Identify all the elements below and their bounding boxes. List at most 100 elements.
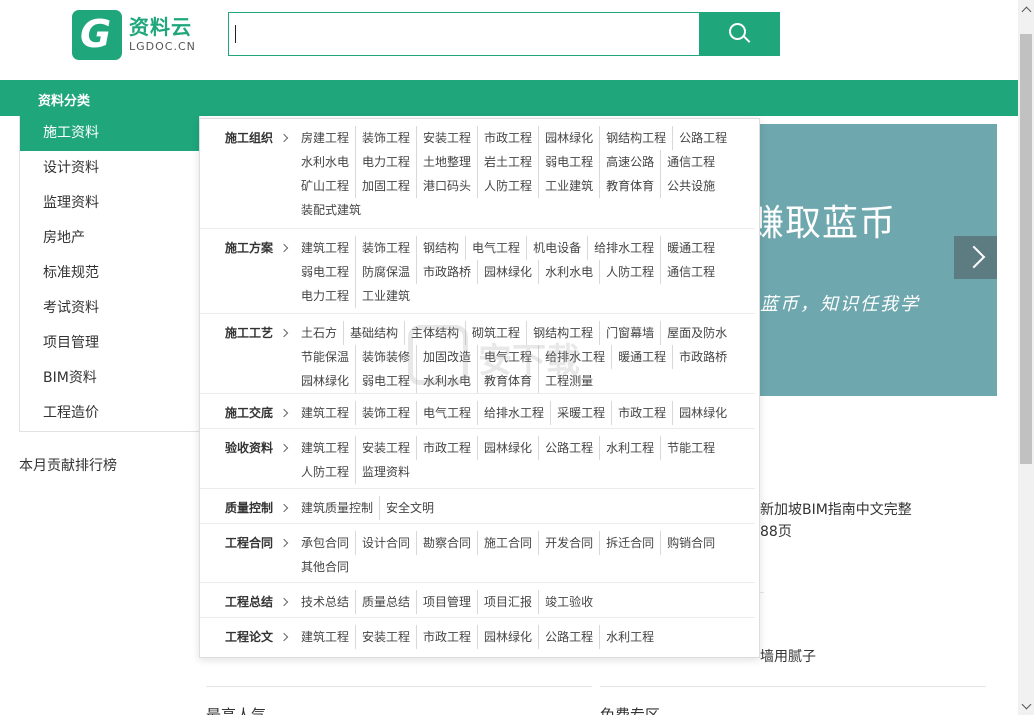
scroll-down-arrow-icon[interactable] [1018, 698, 1034, 715]
menu-link[interactable]: 市政工程 [611, 401, 672, 425]
banner-next-arrow-icon[interactable] [954, 236, 997, 279]
menu-link[interactable]: 园林绿化 [538, 126, 599, 150]
menu-link[interactable]: 园林绿化 [477, 625, 538, 649]
menu-link[interactable]: 房建工程 [295, 126, 355, 150]
menu-link[interactable]: 装饰装修 [355, 345, 416, 369]
search-button[interactable] [699, 12, 780, 56]
menu-link[interactable]: 承包合同 [295, 531, 355, 555]
menu-link[interactable]: 弱电工程 [538, 150, 599, 174]
menu-link[interactable]: 基础结构 [343, 321, 404, 345]
menu-link[interactable]: 通信工程 [660, 150, 721, 174]
menu-link[interactable]: 项目管理 [416, 590, 477, 614]
menu-link[interactable]: 技术总结 [295, 590, 355, 614]
menu-link[interactable]: 屋面及防水 [660, 321, 733, 345]
menu-section-title[interactable]: 工程合同 [225, 534, 289, 551]
menu-link[interactable]: 钢结构 [416, 236, 465, 260]
menu-link[interactable]: 电力工程 [355, 150, 416, 174]
menu-link[interactable]: 给排水工程 [587, 236, 660, 260]
menu-link[interactable]: 节能保温 [295, 345, 355, 369]
menu-link[interactable]: 开发合同 [538, 531, 599, 555]
menu-link[interactable]: 节能工程 [660, 436, 721, 460]
menu-link[interactable]: 教育体育 [599, 174, 660, 198]
scroll-up-arrow-icon[interactable] [1018, 0, 1034, 17]
menu-link[interactable]: 建筑工程 [295, 625, 355, 649]
menu-link[interactable]: 土石方 [295, 321, 343, 345]
menu-link[interactable]: 其他合同 [295, 555, 355, 579]
menu-link[interactable]: 公路工程 [538, 436, 599, 460]
menu-link[interactable]: 机电设备 [526, 236, 587, 260]
menu-link[interactable]: 装饰工程 [355, 126, 416, 150]
menu-link[interactable]: 设计合同 [355, 531, 416, 555]
menu-link[interactable]: 竣工验收 [538, 590, 599, 614]
menu-link[interactable]: 公路工程 [538, 625, 599, 649]
menu-section-title[interactable]: 验收资料 [225, 439, 289, 456]
menu-section-title[interactable]: 施工方案 [225, 239, 289, 256]
menu-link[interactable]: 电力工程 [295, 284, 355, 308]
menu-link[interactable]: 水利水电 [295, 150, 355, 174]
menu-link[interactable]: 安装工程 [416, 126, 477, 150]
menu-link[interactable]: 园林绿化 [295, 369, 355, 393]
menu-link[interactable]: 钢结构工程 [599, 126, 672, 150]
menu-link[interactable]: 岩土工程 [477, 150, 538, 174]
menu-section-title[interactable]: 施工组织 [225, 129, 289, 146]
category-item-design[interactable]: 设计资料 [20, 151, 199, 186]
menu-link[interactable]: 矿山工程 [295, 174, 355, 198]
category-item-cost[interactable]: 工程造价 [20, 396, 199, 431]
menu-link[interactable]: 施工合同 [477, 531, 538, 555]
menu-link[interactable]: 公共设施 [660, 174, 721, 198]
menu-link[interactable]: 电气工程 [416, 401, 477, 425]
menu-link[interactable]: 水利水电 [538, 260, 599, 284]
scrollbar-thumb[interactable] [1020, 34, 1032, 464]
category-item-supervision[interactable]: 监理资料 [20, 186, 199, 221]
menu-section-title[interactable]: 施工工艺 [225, 324, 289, 341]
menu-link[interactable]: 市政工程 [477, 126, 538, 150]
menu-link[interactable]: 市政路桥 [672, 345, 733, 369]
menu-link[interactable]: 防腐保温 [355, 260, 416, 284]
search-input[interactable] [239, 19, 689, 49]
category-item-standards[interactable]: 标准规范 [20, 256, 199, 291]
menu-link[interactable]: 安装工程 [355, 436, 416, 460]
menu-link[interactable]: 人防工程 [295, 460, 355, 484]
menu-link[interactable]: 拆迁合同 [599, 531, 660, 555]
menu-link[interactable]: 土地整理 [416, 150, 477, 174]
menu-link[interactable]: 工业建筑 [538, 174, 599, 198]
menu-link[interactable]: 勘察合同 [416, 531, 477, 555]
menu-link[interactable]: 安装工程 [355, 625, 416, 649]
menu-link[interactable]: 人防工程 [477, 174, 538, 198]
menu-link[interactable]: 建筑质量控制 [295, 496, 379, 520]
menu-link[interactable]: 园林绿化 [672, 401, 733, 425]
menu-link[interactable]: 装配式建筑 [295, 198, 367, 222]
category-item-project-management[interactable]: 项目管理 [20, 326, 199, 361]
menu-link[interactable]: 购销合同 [660, 531, 721, 555]
nav-title[interactable]: 资料分类 [38, 90, 90, 109]
doc-title-putty[interactable]: 墙用腻子 [760, 646, 816, 666]
menu-link[interactable]: 公路工程 [672, 126, 733, 150]
category-item-real-estate[interactable]: 房地产 [20, 221, 199, 256]
menu-link[interactable]: 水利工程 [599, 625, 660, 649]
menu-link[interactable]: 加固工程 [355, 174, 416, 198]
menu-link[interactable]: 装饰工程 [355, 236, 416, 260]
menu-link[interactable]: 给排水工程 [477, 401, 550, 425]
menu-link[interactable]: 水利工程 [599, 436, 660, 460]
menu-link[interactable]: 建筑工程 [295, 401, 355, 425]
menu-link[interactable]: 市政工程 [416, 436, 477, 460]
menu-link[interactable]: 园林绿化 [477, 260, 538, 284]
menu-link[interactable]: 装饰工程 [355, 401, 416, 425]
menu-link[interactable]: 市政工程 [416, 625, 477, 649]
doc-title-bim-guide[interactable]: 新加坡BIM指南中文完整 [760, 499, 912, 519]
menu-link[interactable]: 港口码头 [416, 174, 477, 198]
menu-section-title[interactable]: 施工交底 [225, 404, 289, 421]
menu-link[interactable]: 项目汇报 [477, 590, 538, 614]
menu-link[interactable]: 质量总结 [355, 590, 416, 614]
menu-link[interactable]: 电气工程 [465, 236, 526, 260]
menu-link[interactable]: 建筑工程 [295, 236, 355, 260]
search-box[interactable] [228, 12, 700, 56]
menu-section-title[interactable]: 工程论文 [225, 628, 289, 645]
menu-link[interactable]: 弱电工程 [295, 260, 355, 284]
category-item-bim[interactable]: BIM资料 [20, 361, 199, 396]
menu-section-title[interactable]: 质量控制 [225, 499, 289, 516]
category-item-construction[interactable]: 施工资料 [20, 116, 199, 151]
menu-link[interactable]: 安全文明 [379, 496, 440, 520]
menu-link[interactable]: 采暖工程 [550, 401, 611, 425]
menu-section-title[interactable]: 工程总结 [225, 593, 289, 610]
